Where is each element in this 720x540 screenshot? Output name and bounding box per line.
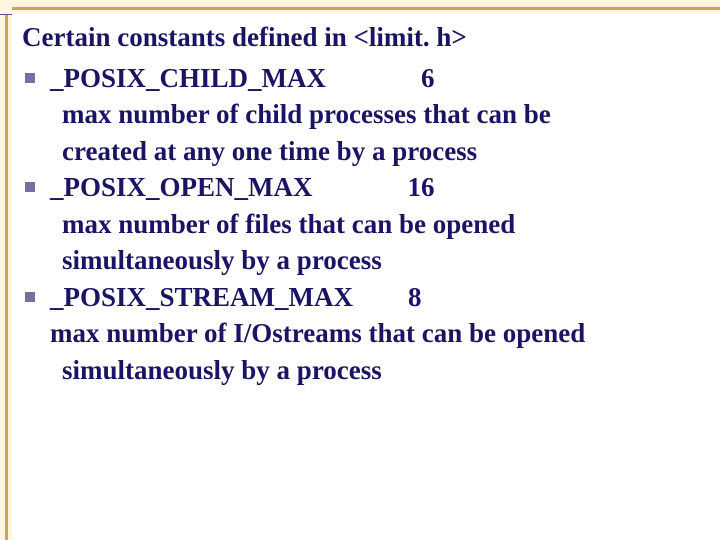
left-accent-line	[5, 15, 8, 540]
constant-name: _POSIX_CHILD_MAX	[50, 60, 326, 96]
constant-description: simultaneously by a process	[50, 352, 700, 388]
top-accent-bar	[0, 0, 720, 14]
constant-description: max number of files that can be opened	[50, 206, 700, 242]
list-item: _POSIX_OPEN_MAX 16 max number of files t…	[22, 169, 700, 278]
slide: Certain constants defined in <limit. h> …	[0, 0, 720, 540]
constant-name: _POSIX_STREAM_MAX	[50, 279, 353, 315]
list-item: _POSIX_STREAM_MAX 8 max number of I/Ostr…	[22, 279, 700, 388]
bullet-icon	[25, 292, 35, 302]
bullet-icon	[25, 73, 35, 83]
slide-body: _POSIX_CHILD_MAX 6 max number of child p…	[22, 60, 700, 388]
corner-accent	[0, 0, 12, 14]
constant-description: created at any one time by a process	[50, 133, 700, 169]
constant-value: 6	[421, 60, 435, 96]
constant-value: 16	[408, 169, 435, 205]
constant-description: max number of child processes that can b…	[50, 96, 700, 132]
left-accent-bar	[0, 14, 12, 540]
constant-description: max number of I/Ostreams that can be ope…	[50, 315, 700, 351]
constant-description: simultaneously by a process	[50, 242, 700, 278]
constant-value: 8	[408, 279, 422, 315]
slide-title: Certain constants defined in <limit. h>	[22, 22, 700, 53]
constant-name: _POSIX_OPEN_MAX	[50, 169, 313, 205]
top-accent-line	[0, 7, 720, 10]
bullet-icon	[25, 182, 35, 192]
list-item: _POSIX_CHILD_MAX 6 max number of child p…	[22, 60, 700, 169]
